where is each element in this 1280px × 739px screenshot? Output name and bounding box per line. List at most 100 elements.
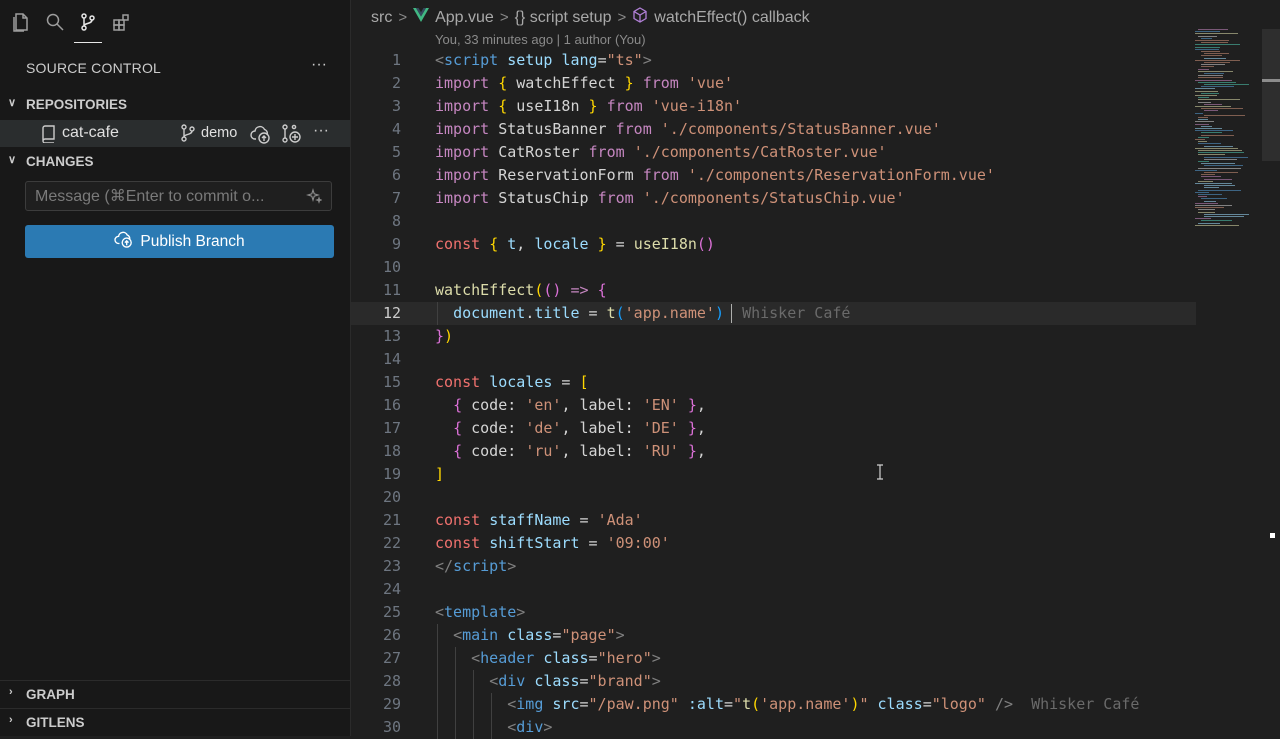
code-line[interactable]: 9 const { t, locale } = useI18n() [351,233,1196,256]
inline-ghost-text: Whisker Café [1031,695,1140,713]
code-text: <header class="hero"> [471,649,661,667]
line-number: 28 [382,672,401,690]
mouse-cursor-icon [876,464,884,480]
breadcrumb-script-setup[interactable]: {} script setup [515,9,612,27]
breadcrumb-src[interactable]: src [371,9,392,27]
chevron-right-icon: > [617,9,627,26]
code-text: <div class="brand"> [489,672,661,690]
repo-more-button[interactable]: ··· [313,122,329,140]
code-line[interactable]: 15 const locales = [ [351,371,1196,394]
code-line[interactable]: 28 <div class="brand"> [351,670,1196,693]
code-line[interactable]: 12 document.title = t('app.name') Whiske… [351,302,1196,325]
code-line[interactable]: 27 <header class="hero"> [351,647,1196,670]
minimap-line [1195,205,1232,206]
line-number: 6 [391,166,401,184]
minimap-line [1195,59,1240,61]
code-line[interactable]: 16 { code: 'en', label: 'EN' }, [351,394,1196,417]
minimap-line [1195,202,1218,204]
minimap-line [1198,35,1217,37]
scrollbar-thumb[interactable] [1262,29,1280,161]
minimap-line [1198,70,1233,72]
line-number: 19 [382,465,401,483]
minimap-line [1204,84,1249,85]
code-line[interactable]: 1 <script setup lang="ts"> [351,49,1196,72]
minimap-line [1201,176,1221,178]
minimap-line [1195,121,1214,123]
gitlens-section-header[interactable]: › GITLENS [0,708,350,735]
code-line[interactable]: 5 import CatRoster from './components/Cat… [351,141,1196,164]
commit-message-box[interactable] [25,181,332,211]
code-text: const shiftStart = '09:00' [435,534,670,552]
code-line[interactable]: 10 [351,256,1196,279]
code-text: { code: 'de', label: 'DE' }, [453,419,706,437]
code-text: <img src="/paw.png" :alt="t('app.name')"… [507,695,1140,713]
breadcrumb-file[interactable]: App.vue [435,9,494,27]
repository-row[interactable]: cat-cafe demo ··· [0,120,350,147]
source-control-icon[interactable] [76,10,100,34]
minimap-line [1201,55,1222,57]
minimap-line [1198,136,1209,138]
minimap-line [1204,172,1238,173]
graph-section-header[interactable]: › GRAPH [0,680,350,707]
code-line[interactable]: 3 import { useI18n } from 'vue-i18n' [351,95,1196,118]
publish-branch-button[interactable]: Publish Branch [25,225,334,258]
branch-icon[interactable] [180,124,196,147]
indent-guide [455,647,456,739]
code-line[interactable]: 18 { code: 'ru', label: 'RU' }, [351,440,1196,463]
commit-message-input[interactable] [33,186,307,208]
minimap-line [1195,90,1218,92]
active-tab-indicator [74,42,102,43]
line-number: 9 [391,235,401,253]
search-icon[interactable] [43,10,67,34]
sparkle-icon[interactable] [306,188,323,209]
code-line[interactable]: 14 [351,348,1196,371]
line-number: 11 [382,281,401,299]
minimap-line [1198,209,1215,211]
code-text: const staffName = 'Ada' [435,511,643,529]
code-line[interactable]: 29 <img src="/paw.png" :alt="t('app.name… [351,693,1196,716]
minimap-line [1198,211,1215,213]
code-line[interactable]: 4 import StatusBanner from './components/… [351,118,1196,141]
more-actions-button[interactable]: ··· [311,56,327,74]
line-number: 7 [391,189,401,207]
branch-name[interactable]: demo [201,125,237,141]
extensions-icon[interactable] [109,10,133,34]
code-editor[interactable]: src > App.vue > {} script setup > watchE… [351,0,1280,739]
code-line[interactable]: 19] [351,463,1196,486]
code-line[interactable]: 24 [351,578,1196,601]
code-text: document.title = t('app.name') Whisker C… [453,304,851,322]
code-text: import { watchEffect } from 'vue' [435,74,734,92]
code-line[interactable]: 25 <template> [351,601,1196,624]
code-line[interactable]: 26 <main class="page"> [351,624,1196,647]
code-line[interactable]: 11 watchEffect(() => { [351,279,1196,302]
code-text: import StatusBanner from './components/S… [435,120,941,138]
minimap-line [1195,128,1222,129]
explorer-icon[interactable] [9,10,33,34]
line-number: 22 [382,534,401,552]
cloud-upload-icon[interactable] [250,124,272,149]
minimap-line [1195,183,1232,184]
code-line[interactable]: 2 import { watchEffect } from 'vue' [351,72,1196,95]
code-line[interactable]: 17 { code: 'de', label: 'DE' }, [351,417,1196,440]
code-line[interactable]: 21 const staffName = 'Ada' [351,509,1196,532]
code-line[interactable]: 6 import ReservationForm from './componen… [351,164,1196,187]
line-number: 25 [382,603,401,621]
code-line[interactable]: 20 [351,486,1196,509]
minimap-line [1201,198,1227,200]
minimap-line [1201,134,1234,136]
repositories-section-header[interactable]: ∨ REPOSITORIES [0,94,350,116]
chevron-right-icon: > [499,9,509,26]
line-number: 20 [382,488,401,506]
minimap-line [1195,169,1217,171]
code-line[interactable]: 7 import StatusChip from './components/St… [351,187,1196,210]
code-line[interactable]: 13}) [351,325,1196,348]
branch-add-icon[interactable] [281,124,303,149]
code-line[interactable]: 8 [351,210,1196,233]
changes-section-header[interactable]: ∨ CHANGES [0,151,350,173]
code-line[interactable]: 22 const shiftStart = '09:00' [351,532,1196,555]
blame-annotation[interactable]: You, 33 minutes ago | 1 author (You) [435,32,646,47]
breadcrumb: src > App.vue > {} script setup > watchE… [371,7,810,28]
minimap-line [1198,119,1208,121]
breadcrumb-callback[interactable]: watchEffect() callback [654,9,809,27]
code-line[interactable]: 23 </script> [351,555,1196,578]
